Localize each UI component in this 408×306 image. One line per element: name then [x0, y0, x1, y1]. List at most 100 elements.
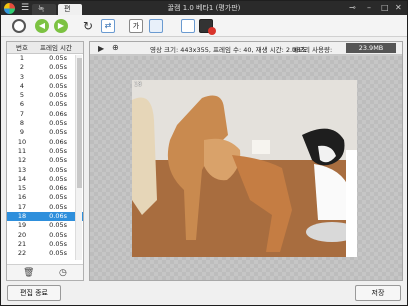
table-row[interactable]: 12 0.05s	[7, 156, 83, 165]
scrollbar[interactable]	[75, 55, 82, 260]
frame-number: 15	[17, 184, 27, 193]
trash-icon[interactable]: 🗑	[23, 268, 34, 278]
table-row[interactable]: 7 0.06s	[7, 110, 83, 119]
frame-time: 0.05s	[49, 63, 67, 72]
toolbar: ◀ ▶ ↻ ⇄ 가	[1, 15, 407, 37]
frame-list-panel: 번호 프레임 시간 1 0.05s 2 0.05s 3 0.05s 4 0.05s 5 0.05s…	[6, 41, 84, 281]
frame-time: 0.05s	[49, 239, 67, 248]
col-frame-time[interactable]: 프레임 시간	[37, 42, 75, 53]
save-button[interactable]: 저장	[355, 285, 401, 301]
frame-time: 0.05s	[49, 146, 67, 155]
play-icon[interactable]: ▶	[98, 44, 104, 53]
preview-bar: ▶ ⊕ 영상 크기: 443x355, 프레임 수: 40, 재생 시간: 2.…	[90, 42, 402, 55]
app-window: ☰ 녹화 편집 꿀캠 1.0 베타1 (평가판) ⊸ – □ ✕ ◀ ▶ ↻ ⇄…	[0, 0, 408, 306]
end-edit-button[interactable]: 편집 종료	[7, 285, 61, 301]
clock-icon[interactable]	[12, 19, 26, 33]
bottom-bar: 편집 종료 저장	[1, 284, 407, 305]
table-row[interactable]: 3 0.05s	[7, 73, 83, 82]
maximize-icon[interactable]: □	[381, 3, 389, 13]
col-number[interactable]: 번호	[7, 42, 37, 53]
forward-icon[interactable]: ▶	[54, 19, 68, 33]
rotate-icon[interactable]: ↻	[81, 19, 95, 33]
frame-time: 0.05s	[49, 174, 67, 183]
table-row[interactable]: 13 0.05s	[7, 166, 83, 175]
scrollbar-thumb[interactable]	[77, 58, 82, 188]
frame-time: 0.05s	[49, 91, 67, 100]
frame-number: 6	[19, 100, 25, 109]
frame-number: 9	[19, 128, 25, 137]
table-row[interactable]: 18 0.06s	[7, 212, 83, 222]
frame-time: 0.05s	[49, 156, 67, 165]
memory-label: 메모리 사용량:	[292, 46, 333, 54]
frame-time: 0.06s	[49, 212, 67, 221]
frame-image: 18	[132, 80, 357, 257]
insert-frame-icon[interactable]	[181, 19, 195, 33]
frame-number: 11	[17, 146, 27, 155]
back-icon[interactable]: ◀	[35, 19, 49, 33]
table-row[interactable]: 5 0.05s	[7, 91, 83, 100]
frame-number: 18	[17, 212, 27, 221]
timer-icon[interactable]: ◷	[59, 268, 67, 278]
frame-time: 0.05s	[49, 202, 67, 211]
frame-number: 3	[19, 72, 25, 81]
frame-number: 19	[17, 221, 27, 230]
table-row[interactable]: 21 0.05s	[7, 240, 83, 249]
table-row[interactable]: 2 0.05s	[7, 63, 83, 72]
frame-time: 0.05s	[49, 193, 67, 202]
table-row[interactable]: 8 0.05s	[7, 119, 83, 128]
frame-number: 16	[17, 193, 27, 202]
frame-time: 0.05s	[49, 54, 67, 62]
close-icon[interactable]: ✕	[395, 3, 402, 13]
preview-canvas: 18	[90, 56, 402, 280]
pin-icon[interactable]: ⊸	[349, 3, 356, 13]
window-title: 꿀캠 1.0 베타1 (평가판)	[167, 4, 241, 12]
table-row[interactable]: 11 0.05s	[7, 147, 83, 156]
frame-list-header: 번호 프레임 시간	[7, 42, 83, 54]
frame-time: 0.05s	[49, 119, 67, 128]
frame-number-label: 18	[134, 81, 142, 88]
frame-number: 7	[19, 109, 25, 118]
frame-number: 10	[17, 137, 27, 146]
frame-time: 0.06s	[49, 109, 67, 118]
video-info: 영상 크기: 443x355, 프레임 수: 40, 재생 시간: 2.08초	[150, 46, 307, 54]
frame-time: 0.05s	[49, 249, 67, 258]
table-row[interactable]: 10 0.06s	[7, 138, 83, 147]
frame-rows: 1 0.05s 2 0.05s 3 0.05s 4 0.05s 5 0.05s 6 0.05s 7 0.0…	[7, 54, 83, 259]
frame-time: 0.05s	[49, 165, 67, 174]
frame-number: 14	[17, 174, 27, 183]
table-row[interactable]: 14 0.05s	[7, 175, 83, 184]
table-row[interactable]: 17 0.05s	[7, 203, 83, 212]
dogs-scene	[132, 80, 357, 257]
frame-number: 13	[17, 165, 27, 174]
delete-badge-icon	[208, 27, 216, 35]
frame-number: 12	[17, 156, 27, 165]
resize-icon[interactable]: ⇄	[101, 19, 115, 33]
table-row[interactable]: 20 0.05s	[7, 231, 83, 240]
frame-time: 0.05s	[49, 100, 67, 109]
frame-number: 1	[19, 54, 25, 62]
frame-number: 21	[17, 239, 27, 248]
table-row[interactable]: 4 0.05s	[7, 82, 83, 91]
frame-number: 5	[19, 91, 25, 100]
frame-time: 0.05s	[49, 221, 67, 230]
table-row[interactable]: 1 0.05s	[7, 54, 83, 63]
table-row[interactable]: 15 0.06s	[7, 184, 83, 193]
frame-number: 2	[19, 63, 25, 72]
image-icon[interactable]	[149, 19, 163, 33]
text-icon[interactable]: 가	[129, 19, 143, 33]
frame-time: 0.06s	[49, 184, 67, 193]
table-row[interactable]: 19 0.05s	[7, 221, 83, 230]
memory-value: 23.9MB	[346, 43, 396, 53]
table-row[interactable]: 6 0.05s	[7, 100, 83, 109]
frame-number: 8	[19, 119, 25, 128]
frame-number: 17	[17, 202, 27, 211]
table-row[interactable]: 22 0.05s	[7, 249, 83, 258]
frame-number: 20	[17, 230, 27, 239]
zoom-icon[interactable]: ⊕	[112, 43, 119, 52]
table-row[interactable]: 9 0.05s	[7, 128, 83, 137]
frame-number: 22	[17, 249, 27, 258]
preview-panel: ▶ ⊕ 영상 크기: 443x355, 프레임 수: 40, 재생 시간: 2.…	[89, 41, 403, 281]
minimize-icon[interactable]: –	[367, 3, 371, 13]
table-row[interactable]: 16 0.05s	[7, 193, 83, 202]
frame-list-footer: 🗑 ◷	[7, 264, 83, 280]
